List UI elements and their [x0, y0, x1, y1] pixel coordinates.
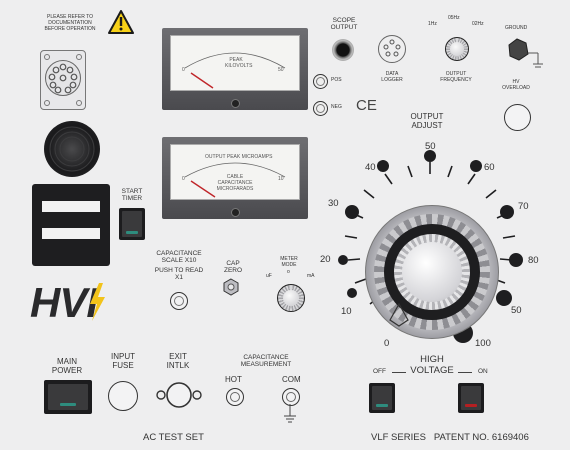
- dial-pointer-icon: [389, 302, 409, 327]
- kilovolts-title: PEAK KILOVOLTS: [225, 57, 253, 69]
- output-frequency-label: OUTPUT FREQUENCY: [440, 71, 472, 83]
- output-adjust-dial[interactable]: [365, 205, 499, 339]
- meter-mode-left: uF: [266, 273, 272, 279]
- kilovolts-scale-right: 50: [278, 67, 284, 73]
- high-voltage-label: HIGH VOLTAGE: [410, 354, 454, 376]
- freq-mid-label: 05Hz: [448, 15, 460, 21]
- pos-label: POS: [331, 77, 342, 83]
- capacitance-scale-label: CAPACITANCE SCALE X10: [156, 250, 202, 265]
- warning-icon: [108, 10, 134, 34]
- dial-tick-10: 10: [341, 306, 352, 317]
- ground-label: GROUND: [505, 25, 528, 31]
- start-timer-button[interactable]: [119, 208, 145, 240]
- dial-tick-70: 70: [518, 201, 529, 212]
- meter-mode-knob[interactable]: [277, 284, 305, 312]
- hv-off-button[interactable]: [369, 383, 395, 413]
- hv-on-button[interactable]: [458, 383, 484, 413]
- microamps-title: OUTPUT PEAK MICROAMPS: [205, 154, 273, 160]
- data-logger-pins-icon: [383, 39, 401, 57]
- input-fuse-holder[interactable]: [108, 381, 138, 411]
- input-fuse-label: INPUT FUSE: [111, 352, 135, 371]
- warning-text: PLEASE REFER TO DOCUMENTATION BEFORE OPE…: [44, 14, 96, 32]
- timer-display: [32, 184, 110, 266]
- dial-tick-100: 100: [475, 338, 491, 349]
- exit-interlock-connector[interactable]: [155, 381, 203, 409]
- control-panel: PLEASE REFER TO DOCUMENTATION BEFORE OPE…: [0, 0, 570, 450]
- on-label: ON: [478, 368, 488, 375]
- scope-output-label: SCOPE OUTPUT: [330, 17, 358, 32]
- hv-on-led: [465, 404, 477, 407]
- microamps-scale-left: 0: [182, 176, 185, 182]
- dial-tick-50: 50: [425, 141, 436, 152]
- main-power-label: MAIN POWER: [51, 357, 83, 376]
- footer-model: AC TEST SET: [143, 432, 204, 443]
- dial-tick-40: 40: [365, 162, 376, 173]
- cap-zero-label: CAP ZERO: [223, 260, 243, 275]
- multipin-connector[interactable]: [40, 50, 86, 110]
- dial-tick-30: 30: [328, 198, 339, 209]
- hv-off-led: [376, 404, 388, 407]
- com-label: COM: [282, 375, 301, 384]
- push-to-read-label: PUSH TO READ X1: [154, 267, 204, 282]
- dial-tick-80: 80: [528, 255, 539, 266]
- lightning-bolt-icon: [90, 283, 105, 321]
- data-logger-label: DATA LOGGER: [381, 71, 403, 83]
- start-timer-led: [126, 231, 138, 234]
- ground-terminal[interactable]: [504, 36, 544, 72]
- freq-low-label: 1Hz: [428, 21, 437, 27]
- ce-mark: CE: [356, 97, 377, 114]
- meter1-zero-screw[interactable]: [231, 99, 240, 108]
- meter-mode-right: mA: [307, 273, 315, 279]
- hot-terminal[interactable]: [226, 388, 244, 406]
- main-power-switch[interactable]: [44, 380, 92, 414]
- kilovolts-meter: PEAK KILOVOLTS 0 50: [162, 28, 308, 110]
- speaker-grill: [44, 121, 100, 177]
- neg-terminal[interactable]: [313, 101, 328, 116]
- speaker-icon: [49, 126, 95, 172]
- hv-overload-label: HV OVERLOAD: [502, 79, 530, 91]
- scope-output-bnc[interactable]: [332, 39, 354, 61]
- dial-tick-20: 20: [320, 254, 331, 265]
- exit-intlk-label: EXIT INTLK: [166, 352, 190, 371]
- kilovolts-scale-left: 0: [182, 67, 185, 73]
- cap-zero-adjust[interactable]: [222, 278, 240, 296]
- microamps-scale-right: 10: [278, 176, 284, 182]
- meter-mode-mid: o: [287, 269, 290, 275]
- push-to-read-button[interactable]: [170, 292, 188, 310]
- hot-label: HOT: [225, 375, 242, 384]
- connector-pins-icon: [48, 63, 78, 94]
- start-timer-label: START TIMER: [121, 188, 143, 203]
- capacitance-subtitle: CABLE CAPACITANCE MICROFARADS: [216, 174, 254, 192]
- main-power-led: [60, 403, 76, 406]
- output-frequency-knob[interactable]: [445, 37, 469, 61]
- footer-patent: VLF SERIES PATENT NO. 6169406: [371, 432, 529, 443]
- dial-tick-60: 60: [484, 162, 495, 173]
- dial-tick-50b: 50: [511, 305, 522, 316]
- data-logger-port[interactable]: [378, 35, 406, 63]
- dial-tick-0: 0: [384, 338, 390, 349]
- microamps-meter: OUTPUT PEAK MICROAMPS CABLE CAPACITANCE …: [162, 137, 308, 219]
- freq-high-label: 02Hz: [472, 21, 484, 27]
- com-ground-icon: [284, 404, 296, 423]
- off-label: OFF: [373, 368, 386, 375]
- capacitance-measurement-label: CAPACITANCE MEASUREMENT: [240, 354, 292, 369]
- cap-zero-screw-icon: [223, 278, 239, 296]
- on-dash: [458, 372, 472, 373]
- neg-label: NEG: [331, 104, 342, 110]
- meter-mode-label: METER MODE: [280, 256, 298, 268]
- off-dash: [392, 372, 406, 373]
- pos-terminal[interactable]: [313, 74, 328, 89]
- meter2-zero-screw[interactable]: [231, 208, 240, 217]
